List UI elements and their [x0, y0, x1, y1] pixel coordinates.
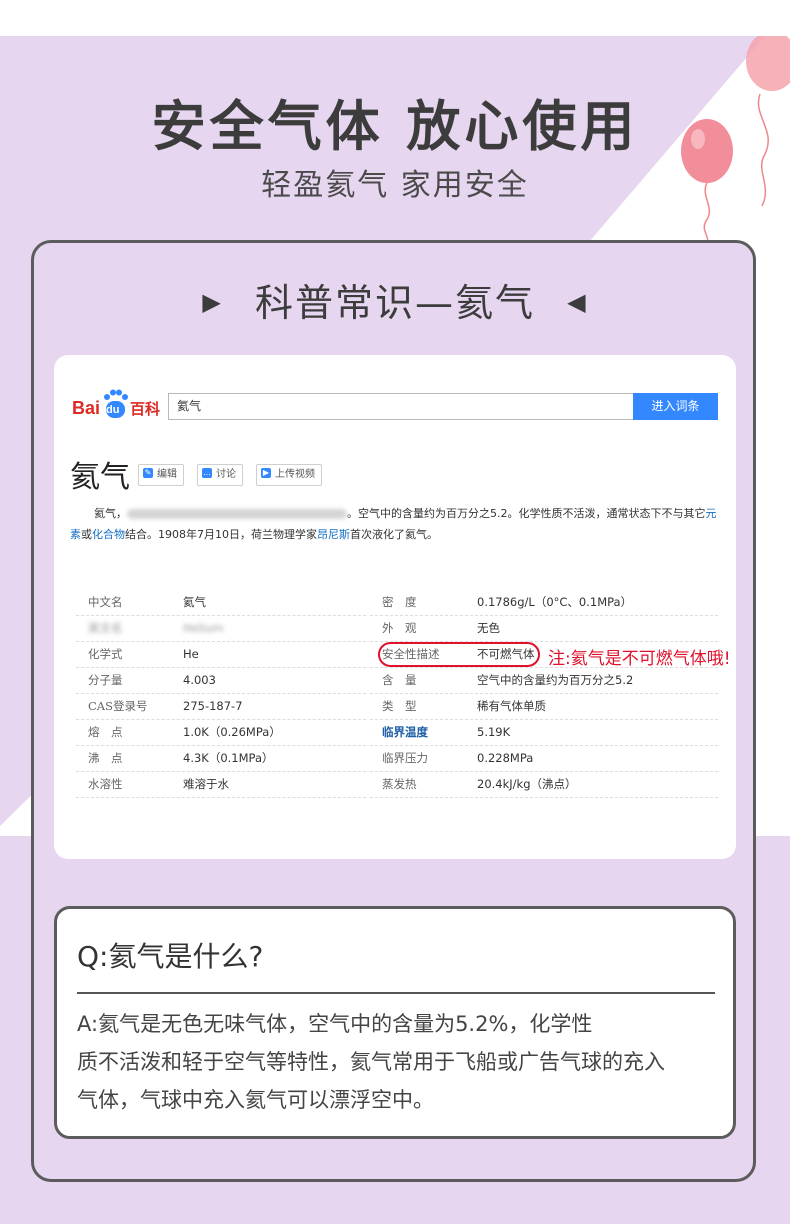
qa-answer-line: 质不活泼和轻于空气等特性，氦气常用于飞船或广告气球的充入 [77, 1050, 665, 1074]
info-row: 密 度 0.1786g/L（0°C、0.1MPa） [370, 590, 718, 616]
qa-answer-line: A:氦气是无色无味气体，空气中的含量为5.2%，化学性 [77, 1012, 593, 1036]
logo-du: du [106, 404, 120, 416]
intro-text: 首次液化了氦气。 [350, 528, 438, 541]
info-label: CAS登录号 [88, 699, 148, 713]
info-label: 水溶性 [88, 777, 123, 791]
intro-paragraph: 氦气， 。空气中的含量约为百万分之5.2。化学性质不活泼，通常状态下不与其它元素或… [70, 503, 722, 545]
qa-answer-line: 气体，气球中充入氦气可以漂浮空中。 [77, 1088, 434, 1112]
compound-link[interactable]: 化合物 [92, 528, 125, 541]
play-icon: ▶ [261, 468, 271, 478]
info-value: 4.3K（0.1MPa） [183, 751, 274, 765]
info-label: 化学式 [88, 647, 123, 661]
info-row: 分子量 4.003 [76, 668, 366, 694]
info-label: 熔 点 [88, 725, 123, 739]
info-label: 蒸发热 [382, 777, 417, 791]
info-value: 1.0K（0.26MPa） [183, 725, 281, 739]
blurred-text [127, 509, 347, 519]
onnes-link[interactable]: 昂尼斯 [317, 528, 350, 541]
info-label: 沸 点 [88, 751, 123, 765]
info-value: 275-187-7 [183, 699, 243, 713]
info-value: 氦气 [183, 595, 206, 609]
info-row: 水溶性 难溶于水 [76, 772, 366, 798]
discuss-label: 讨论 [216, 469, 236, 480]
info-row: 化学式 He [76, 642, 366, 668]
info-row: CAS登录号 275-187-7 [76, 694, 366, 720]
qa-divider [77, 992, 715, 994]
info-row: 含 量 空气中的含量约为百万分之5.2 [370, 668, 718, 694]
qa-question: Q:氦气是什么? [77, 940, 264, 973]
info-value: 难溶于水 [183, 777, 229, 791]
info-value: 5.19K [477, 725, 511, 739]
intro-text: 结合。1908年7月10日，荷兰物理学家 [125, 528, 317, 541]
info-label: 密 度 [382, 595, 417, 609]
safety-note: 注:氦气是不可燃气体哦! [548, 649, 731, 669]
enter-entry-button[interactable]: 进入词条 [633, 393, 718, 420]
discuss-button[interactable]: … 讨论 [197, 464, 243, 486]
edit-button[interactable]: ✎ 编辑 [138, 464, 184, 486]
info-row: 类 型 稀有气体单质 [370, 694, 718, 720]
intro-text: 或 [81, 528, 92, 541]
edit-label: 编辑 [157, 469, 177, 480]
info-value: 稀有气体单质 [477, 699, 546, 713]
left-triangle-icon: ◀ [567, 287, 588, 316]
info-row: 中文名 氦气 [76, 590, 366, 616]
info-row: 沸 点 4.3K（0.1MPa） [76, 746, 366, 772]
chat-icon: … [202, 468, 212, 478]
term-title: 氦气 [70, 460, 130, 495]
logo-bai: Bai [72, 398, 101, 418]
info-label: 临界压力 [382, 751, 428, 765]
logo-baike: 百科 [130, 400, 161, 418]
upload-video-label: 上传视频 [275, 469, 315, 480]
info-value: 0.228MPa [477, 751, 534, 765]
info-label-link[interactable]: 临界温度 [382, 720, 428, 745]
section-title-text: 科普常识—氦气 [254, 281, 535, 325]
info-row: 临界温度 5.19K [370, 720, 718, 746]
info-label: 含 量 [382, 673, 417, 687]
section-title: ▶ 科普常识—氦气 ◀ [0, 272, 790, 327]
info-value: 0.1786g/L（0°C、0.1MPa） [477, 595, 633, 609]
info-row: 英文名 Helium [76, 616, 366, 642]
right-triangle-icon: ▶ [202, 287, 223, 316]
info-value: Helium [183, 621, 224, 635]
info-row: 熔 点 1.0K（0.26MPa） [76, 720, 366, 746]
upload-video-button[interactable]: ▶ 上传视频 [256, 464, 322, 486]
info-row: 临界压力 0.228MPa [370, 746, 718, 772]
info-value: He [183, 647, 199, 661]
pencil-icon: ✎ [143, 468, 153, 478]
baidu-baike-logo[interactable]: Bai du 百科 [72, 389, 164, 421]
info-label: 分子量 [88, 673, 123, 687]
info-value: 无色 [477, 621, 500, 635]
info-label: 类 型 [382, 699, 417, 713]
info-label: 英文名 [88, 621, 123, 635]
qa-answer: A:氦气是无色无味气体，空气中的含量为5.2%，化学性 质不活泼和轻于空气等特性… [77, 1005, 727, 1119]
info-label: 中文名 [88, 595, 123, 609]
search-input[interactable]: 氦气 [168, 393, 634, 420]
highlight-circle [378, 642, 540, 667]
info-value: 20.4kJ/kg（沸点） [477, 777, 577, 791]
intro-text: 氦气， [94, 507, 127, 520]
info-value: 4.003 [183, 673, 216, 687]
info-label: 外 观 [382, 621, 417, 635]
balloon-icon [681, 36, 790, 246]
intro-text: 。空气中的含量约为百万分之5.2。化学性质不活泼，通常状态下不与其它 [347, 507, 706, 520]
info-value: 空气中的含量约为百万分之5.2 [477, 673, 634, 687]
info-row: 外 观 无色 [370, 616, 718, 642]
info-row: 蒸发热 20.4kJ/kg（沸点） [370, 772, 718, 798]
